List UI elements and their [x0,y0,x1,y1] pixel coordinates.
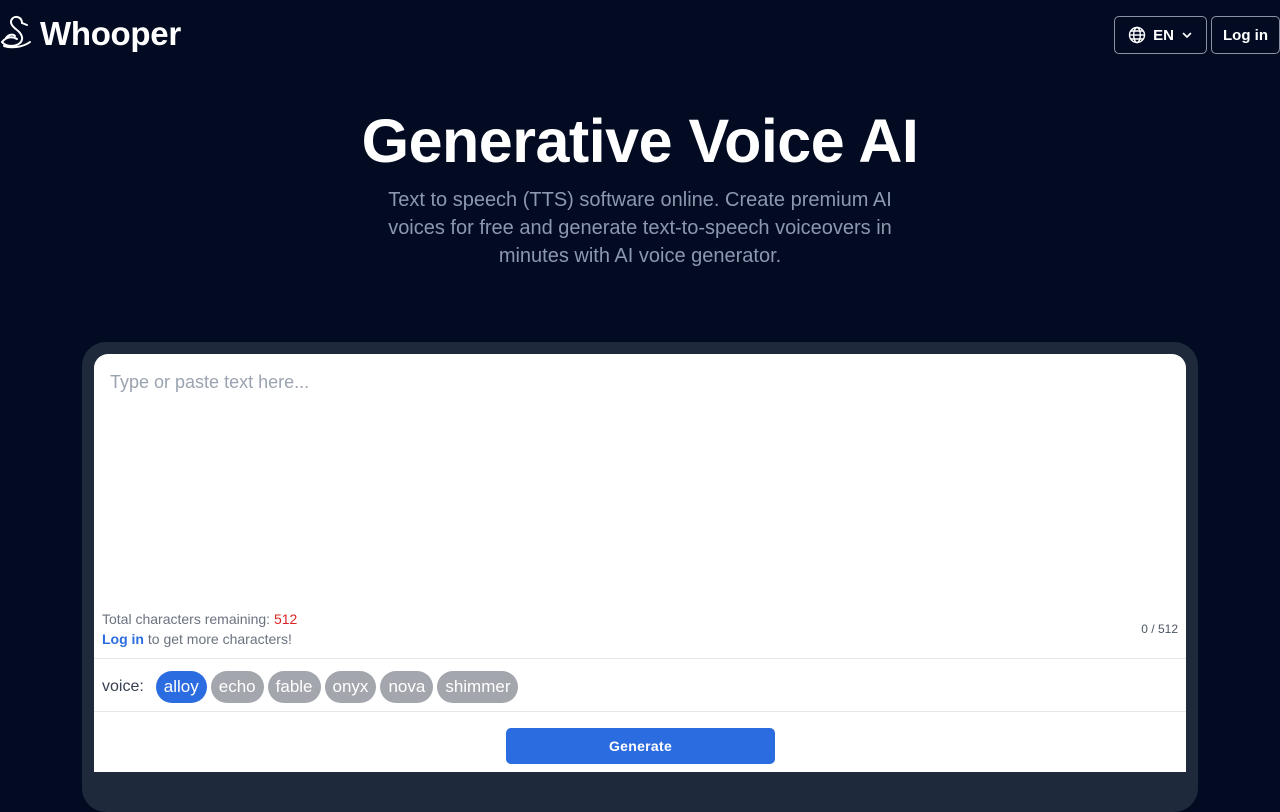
globe-icon [1128,26,1146,44]
divider [94,658,1186,659]
page-subtitle: Text to speech (TTS) software online. Cr… [388,189,892,267]
voice-chip-nova[interactable]: nova [380,671,434,703]
voice-chip-echo[interactable]: echo [210,671,264,703]
login-prompt: Log in to get more characters! [102,631,292,647]
remaining-count: 512 [273,611,298,627]
divider [94,711,1186,712]
tts-panel: Total characters remaining: 512 Log in t… [94,354,1186,772]
swan-icon [0,14,34,55]
voice-label: voice: [102,678,144,695]
login-prompt-text: to get more characters! [144,631,292,647]
login-link[interactable]: Log in [102,631,144,647]
site-header: Whooper EN Log in [0,0,1280,70]
language-label: EN [1153,26,1174,44]
generate-button[interactable]: Generate [506,728,775,764]
chevron-down-icon [1181,29,1193,41]
language-selector[interactable]: EN [1114,16,1207,54]
characters-remaining: Total characters remaining: 512 [102,611,297,627]
remaining-label: Total characters remaining: [102,611,274,627]
voice-chip-alloy[interactable]: alloy [155,671,207,703]
brand-name: Whooper [40,15,181,52]
login-button[interactable]: Log in [1211,16,1280,54]
text-input[interactable] [94,354,1186,604]
character-counter: 0 / 512 [1141,622,1178,636]
voice-chip-shimmer[interactable]: shimmer [437,671,519,703]
voice-chip-fable[interactable]: fable [267,671,321,703]
voice-selector: voice: alloy echo fable onyx nova shimme… [102,671,522,703]
page-title: Generative Voice AI [361,107,919,175]
brand-logo[interactable]: Whooper [0,14,181,54]
voice-chip-onyx[interactable]: onyx [324,671,377,703]
